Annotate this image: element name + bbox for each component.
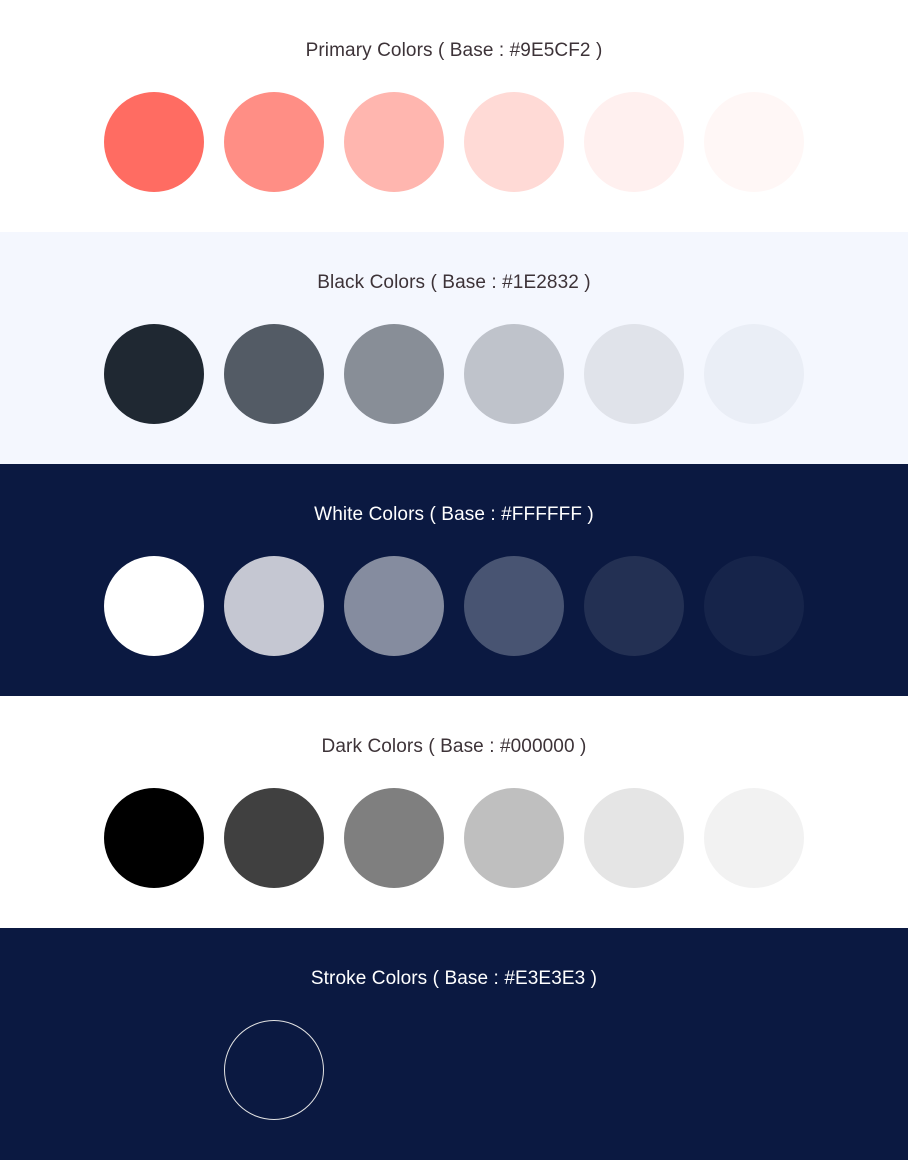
black-swatch-3 xyxy=(344,324,444,424)
black-swatch-1 xyxy=(104,324,204,424)
primary-swatch-1 xyxy=(104,92,204,192)
white-swatches xyxy=(104,556,804,656)
dark-swatches xyxy=(104,788,804,888)
white-colors-title: White Colors ( Base : #FFFFFF ) xyxy=(314,504,594,525)
stroke-swatch-1 xyxy=(224,1020,324,1120)
black-swatch-6 xyxy=(704,324,804,424)
dark-swatch-1 xyxy=(104,788,204,888)
stroke-swatch-placeholder xyxy=(104,1020,204,1120)
primary-colors-title: Primary Colors ( Base : #9E5CF2 ) xyxy=(305,40,603,61)
dark-swatch-2 xyxy=(224,788,324,888)
dark-swatch-6 xyxy=(704,788,804,888)
primary-swatch-6 xyxy=(704,92,804,192)
primary-swatch-2 xyxy=(224,92,324,192)
white-colors-section: White Colors ( Base : #FFFFFF ) xyxy=(0,464,908,696)
black-swatch-2 xyxy=(224,324,324,424)
white-swatch-2 xyxy=(224,556,324,656)
primary-swatch-3 xyxy=(344,92,444,192)
black-colors-title: Black Colors ( Base : #1E2832 ) xyxy=(317,272,591,293)
dark-swatch-3 xyxy=(344,788,444,888)
dark-colors-title: Dark Colors ( Base : #000000 ) xyxy=(321,736,587,757)
color-palette: Primary Colors ( Base : #9E5CF2 ) Black … xyxy=(0,0,908,1160)
primary-swatches xyxy=(104,92,804,192)
white-swatch-6 xyxy=(704,556,804,656)
black-swatch-5 xyxy=(584,324,684,424)
dark-colors-section: Dark Colors ( Base : #000000 ) xyxy=(0,696,908,928)
dark-swatch-4 xyxy=(464,788,564,888)
stroke-colors-title: Stroke Colors ( Base : #E3E3E3 ) xyxy=(310,968,598,989)
black-colors-section: Black Colors ( Base : #1E2832 ) xyxy=(0,232,908,464)
stroke-colors-section: Stroke Colors ( Base : #E3E3E3 ) xyxy=(0,928,908,1160)
stroke-swatches xyxy=(104,1020,324,1120)
white-swatch-5 xyxy=(584,556,684,656)
primary-swatch-4 xyxy=(464,92,564,192)
primary-swatch-5 xyxy=(584,92,684,192)
white-swatch-3 xyxy=(344,556,444,656)
white-swatch-1 xyxy=(104,556,204,656)
dark-swatch-5 xyxy=(584,788,684,888)
black-swatch-4 xyxy=(464,324,564,424)
primary-colors-section: Primary Colors ( Base : #9E5CF2 ) xyxy=(0,0,908,232)
white-swatch-4 xyxy=(464,556,564,656)
black-swatches xyxy=(104,324,804,424)
